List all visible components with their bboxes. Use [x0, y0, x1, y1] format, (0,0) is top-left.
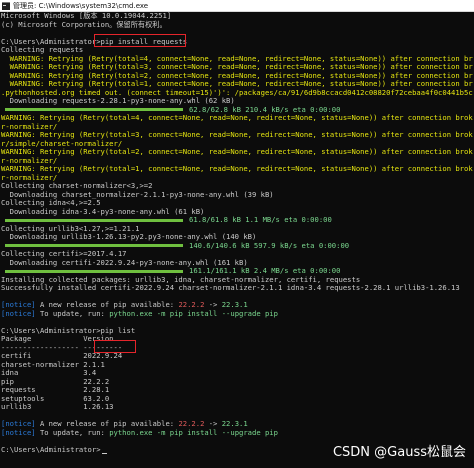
console-output[interactable]: Microsoft Windows [版本 10.0.19044.2251] (c… — [1, 12, 473, 468]
warning-line: WARNING: Retrying (Retry(total=1, connec… — [1, 164, 473, 173]
csdn-watermark: CSDN @Gauss松鼠会 — [332, 445, 466, 460]
window-titlebar[interactable]: 管理员: C:\Windows\system32\cmd.exe — [0, 0, 474, 12]
progress-bar — [5, 218, 183, 222]
text-cursor — [101, 452, 107, 454]
console-line: Successfully installed certifi-2022.9.24… — [1, 283, 460, 292]
console-line: urllib3 1.26.13 — [1, 402, 114, 411]
notice-text: To update, run: — [35, 308, 110, 318]
console-line: C:\Users\Administrator> — [1, 444, 101, 454]
highlight-pip-list-command — [94, 340, 136, 353]
notice-text: To update, run: — [35, 427, 110, 437]
upgrade-command: python.exe -m pip install --upgrade pip — [109, 308, 278, 318]
progress-bar — [5, 244, 183, 247]
notice-label: [notice] — [1, 427, 36, 437]
notice-label: [notice] — [1, 308, 36, 318]
window-title: 管理员: C:\Windows\system32\cmd.exe — [13, 1, 149, 10]
pip-notice-line: [notice] To update, run: python.exe -m p… — [1, 427, 278, 438]
progress-text: 161.1/161.1 kB 2.4 MB/s eta 0:00:00 — [189, 266, 341, 275]
highlight-pip-install-command — [94, 34, 186, 47]
progress-text: 140.6/140.6 kB 597.9 kB/s eta 0:00:00 — [189, 240, 350, 250]
progress-bar — [5, 108, 183, 111]
pip-notice-line: [notice] To update, run: python.exe -m p… — [1, 308, 278, 319]
warning-line: WARNING: Retrying (Retry(total=4, connec… — [1, 113, 473, 122]
upgrade-command: python.exe -m pip install --upgrade pip — [109, 427, 278, 437]
warning-line: WARNING: Retrying (Retry(total=2, connec… — [1, 147, 473, 156]
console-line: (c) Microsoft Corporation。保留所有权利。 — [1, 19, 167, 29]
cmd-icon — [2, 1, 10, 10]
progress-text: 61.8/61.8 kB 1.1 MB/s eta 0:00:00 — [189, 215, 332, 224]
progress-bar — [5, 269, 183, 273]
console-line: Downloading idna-3.4-py3-none-any.whl (6… — [1, 206, 205, 216]
